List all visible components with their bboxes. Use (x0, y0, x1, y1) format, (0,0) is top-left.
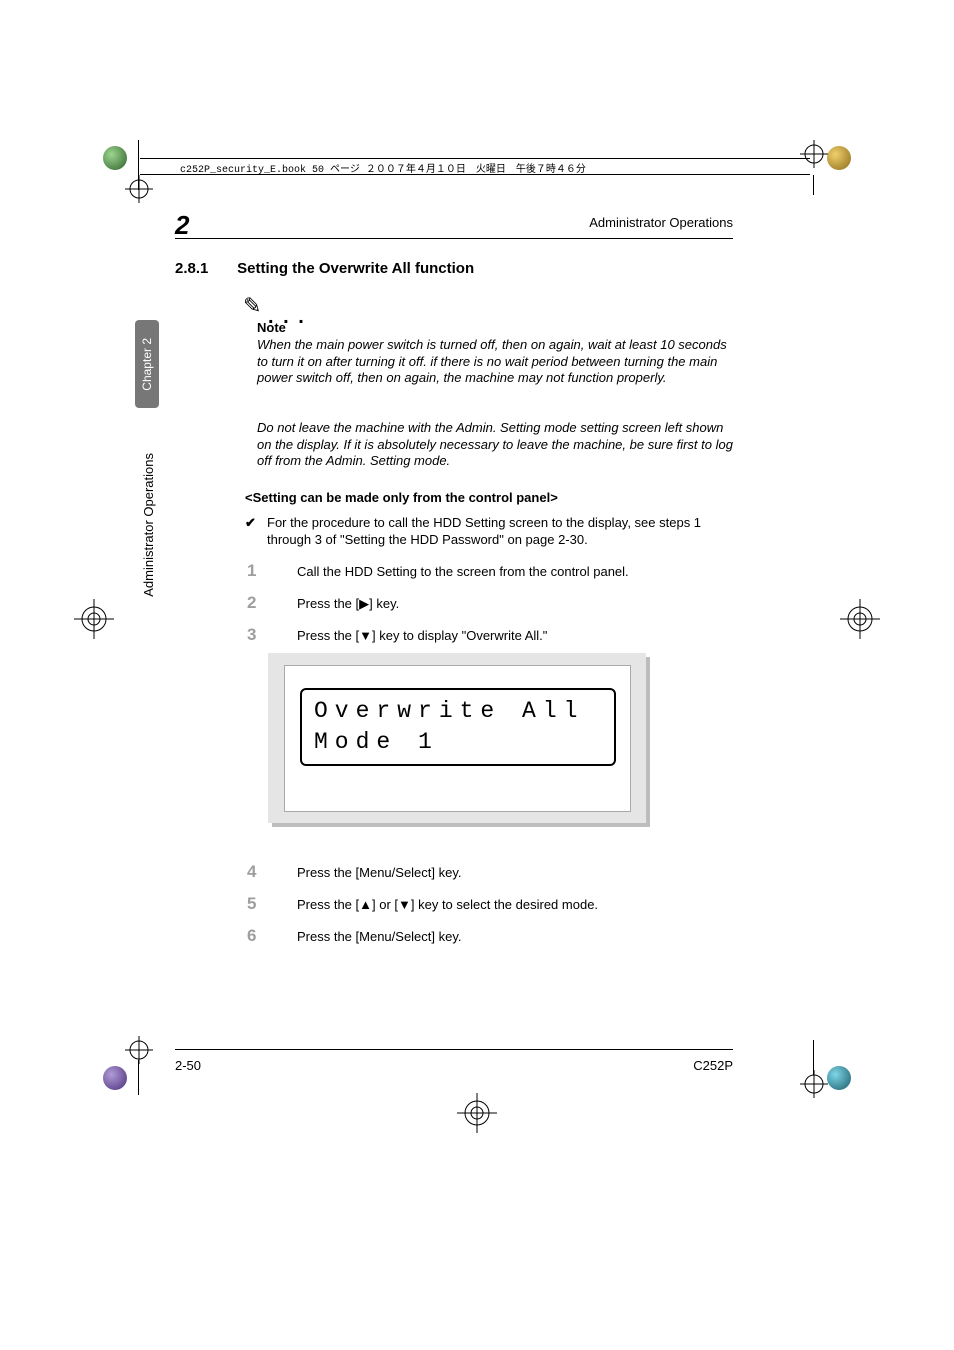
section-number: 2.8.1 (175, 260, 233, 277)
reg-ball-br (827, 1066, 851, 1090)
reg-ball-bl (103, 1066, 127, 1090)
step-text: Press the [Menu/Select] key. (297, 865, 733, 880)
step-2: 2 Press the [▶] key. (247, 596, 733, 612)
pencil-icon: ✎ (243, 293, 261, 319)
step-number: 1 (247, 561, 256, 581)
step-number: 5 (247, 894, 256, 914)
book-header: c252P_security_E.book 50 ページ ２００７年４月１０日 … (180, 160, 680, 172)
side-label-admin-ops: Administrator Operations (136, 430, 160, 620)
step-text: Call the HDD Setting to the screen from … (297, 564, 733, 579)
section-heading: Setting the Overwrite All function (237, 260, 474, 277)
reg-target-br (800, 1070, 828, 1098)
chapter-rule (175, 238, 733, 239)
reg-target-right (840, 599, 880, 639)
step-number: 4 (247, 862, 256, 882)
crop-right-v (813, 175, 814, 195)
chapter-number: 2 (175, 210, 190, 241)
reg-target-left (74, 599, 114, 639)
step-number: 2 (247, 593, 256, 613)
step-5: 5 Press the [▲] or [▼] key to select the… (247, 897, 733, 912)
crop-br-v (813, 1040, 814, 1075)
reg-ball-tl (103, 146, 127, 170)
step-3: 3 Press the [▼] key to display "Overwrit… (247, 628, 733, 643)
step-1: 1 Call the HDD Setting to the screen fro… (247, 564, 733, 579)
check-icon: ✔ (245, 515, 256, 532)
lcd-line-2: Mode 1 (314, 727, 614, 758)
lcd-display: Overwrite All Mode 1 (300, 688, 616, 766)
reg-target-bottom (457, 1093, 497, 1133)
reg-ball-tr (827, 146, 851, 170)
note-label: Note (257, 320, 286, 335)
step-text: Press the [Menu/Select] key. (297, 929, 733, 944)
crop-left-v (138, 140, 139, 190)
model-number: C252P (175, 1058, 733, 1073)
note-paragraph-1: When the main power switch is turned off… (257, 337, 733, 387)
reg-target-bl (125, 1036, 153, 1064)
print-header-rule-top (140, 158, 810, 159)
footer-rule (175, 1049, 733, 1050)
step-4: 4 Press the [Menu/Select] key. (247, 865, 733, 880)
step-6: 6 Press the [Menu/Select] key. (247, 929, 733, 944)
side-tab-chapter: Chapter 2 (135, 320, 159, 408)
lcd-line-1: Overwrite All (314, 696, 614, 727)
check-bullet-text: For the procedure to call the HDD Settin… (267, 515, 733, 549)
check-bullet: ✔ For the procedure to call the HDD Sett… (245, 515, 733, 549)
step-number: 3 (247, 625, 256, 645)
step-number: 6 (247, 926, 256, 946)
section-title: 2.8.1 Setting the Overwrite All function (175, 260, 474, 277)
note-paragraph-2: Do not leave the machine with the Admin.… (257, 420, 733, 470)
running-head: Administrator Operations (175, 215, 733, 230)
reg-target-tr (800, 140, 828, 168)
step-text: Press the [▲] or [▼] key to select the d… (297, 897, 733, 912)
crop-bl-v (138, 1060, 139, 1095)
step-text: Press the [▶] key. (297, 596, 733, 612)
reg-target-tl (125, 175, 153, 203)
subheading-control-panel: <Setting can be made only from the contr… (245, 490, 733, 505)
step-text: Press the [▼] key to display "Overwrite … (297, 628, 733, 643)
